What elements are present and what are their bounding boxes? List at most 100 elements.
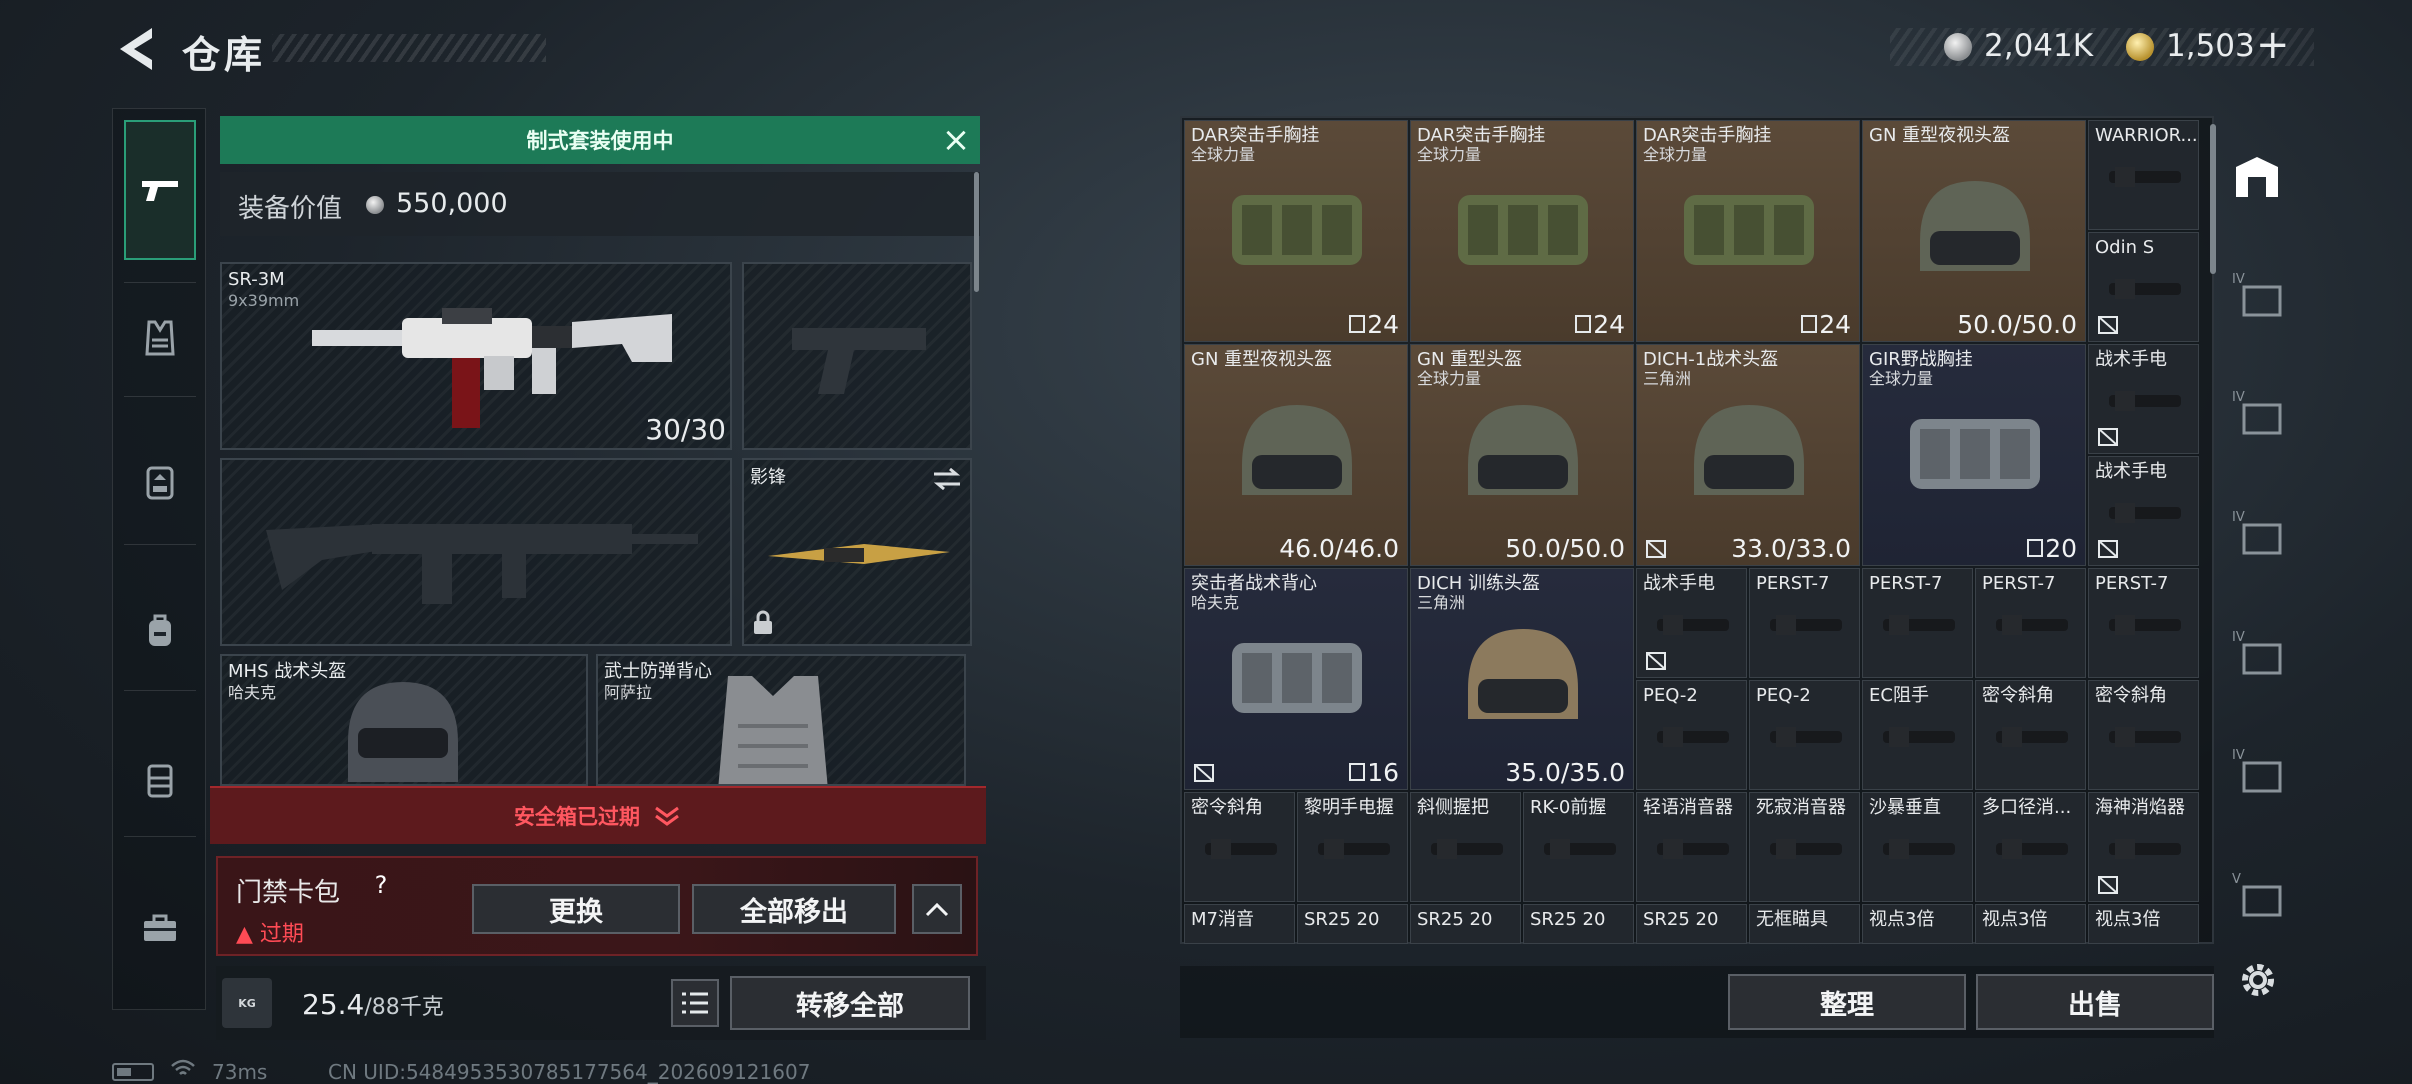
secondary-weapon-slot[interactable] <box>220 458 732 646</box>
stash-item[interactable]: SR25 20 <box>1410 904 1521 944</box>
stash-item[interactable]: 密令斜角 <box>2088 680 2199 790</box>
nav-stash-main[interactable] <box>2228 140 2286 216</box>
sort-button[interactable]: 整理 <box>1728 974 1966 1030</box>
stash-item[interactable]: DICH-1战术头盔 三角洲 33.0/33.0 <box>1636 344 1860 566</box>
stash-item-name: GN 重型夜视头盔 <box>1869 125 2011 146</box>
nav-vest[interactable] <box>124 300 196 376</box>
svg-text:IV: IV <box>2232 510 2245 525</box>
carry-weight: 25.4/88千克 <box>302 988 444 1021</box>
nav-stash-iv-1[interactable]: IV <box>2228 256 2286 332</box>
stash-item[interactable]: DAR突击手胸挂 全球力量 24 <box>1184 120 1408 342</box>
item-image <box>1427 941 1507 944</box>
stash-item[interactable]: 海神消焰器 <box>2088 792 2199 902</box>
list-icon[interactable] <box>670 978 720 1028</box>
item-image <box>1996 839 2068 859</box>
stash-scrollbar[interactable] <box>2210 124 2216 274</box>
stash-item[interactable]: 视点3倍 <box>1862 904 1973 944</box>
nav-stash-iv-5[interactable]: IV <box>2228 732 2286 808</box>
stash-item[interactable]: 多口径消... <box>1975 792 2086 902</box>
pistol-slot[interactable] <box>742 262 972 450</box>
stash-item[interactable]: 无框瞄具 <box>1749 904 1860 944</box>
melee-slot[interactable]: 影锋 <box>742 458 972 646</box>
item-image <box>1920 181 2030 271</box>
collapse-button[interactable] <box>912 884 962 934</box>
tier-iv-stash-1-icon: IV <box>2232 272 2282 317</box>
stash-item[interactable]: 战术手电 <box>2088 344 2199 454</box>
stash-item[interactable]: PERST-7 <box>1862 568 1973 678</box>
stash-item-name: PERST-7 <box>1982 573 2056 594</box>
stash-item-faction: 全球力量 <box>1417 145 1482 164</box>
stash-item[interactable]: 密令斜角 <box>1184 792 1295 902</box>
stash-item[interactable]: SR25 20 <box>1297 904 1408 944</box>
stash-item-name: 视点3倍 <box>2095 909 2161 930</box>
help-icon[interactable]: ? <box>366 870 396 900</box>
vest-icon <box>145 320 175 356</box>
stash-item[interactable]: PEQ-2 <box>1749 680 1860 790</box>
item-image <box>2109 391 2181 411</box>
stash-item[interactable]: PEQ-2 <box>1636 680 1747 790</box>
stash-item[interactable]: WARRIOR... <box>2088 120 2199 230</box>
loadout-value: 550,000 <box>396 188 508 219</box>
helmet-slot[interactable]: MHS 战术头盔 哈夫克 <box>220 654 588 786</box>
stash-item[interactable]: DAR突击手胸挂 全球力量 24 <box>1636 120 1860 342</box>
move-all-out-button[interactable]: 全部移出 <box>692 884 896 934</box>
stash-item[interactable]: GN 重型夜视头盔 46.0/46.0 <box>1184 344 1408 566</box>
stash-item[interactable]: PERST-7 <box>2088 568 2199 678</box>
nav-armor[interactable] <box>124 444 196 520</box>
stash-item[interactable]: PERST-7 <box>1749 568 1860 678</box>
stash-item[interactable]: GN 重型头盔 全球力量 50.0/50.0 <box>1410 344 1634 566</box>
stash-item[interactable]: 密令斜角 <box>1975 680 2086 790</box>
stash-item[interactable]: 突击者战术背心 哈夫克 16 <box>1184 568 1408 790</box>
stash-item[interactable]: RK-0前握 <box>1523 792 1634 902</box>
stash-item-name: 密令斜角 <box>1982 685 2054 706</box>
stash-item[interactable]: M7消音 <box>1184 904 1295 944</box>
stash-item[interactable]: 沙暴垂直 <box>1862 792 1973 902</box>
stash-item-name: PERST-7 <box>1869 573 1943 594</box>
close-icon[interactable]: × <box>936 120 976 160</box>
stash-item[interactable]: GIR野战胸挂 全球力量 20 <box>1862 344 2086 566</box>
stash-item-name: DICH 训练头盔 <box>1417 573 1540 594</box>
stash-item-faction: 全球力量 <box>1869 369 1934 388</box>
armor-slot[interactable]: 武士防弹背心 阿萨拉 <box>596 654 966 786</box>
stash-item[interactable]: 视点3倍 <box>1975 904 2086 944</box>
stash-item[interactable]: PERST-7 <box>1975 568 2086 678</box>
back-arrow-icon[interactable] <box>112 22 160 76</box>
loadout-scrollbar[interactable] <box>974 172 979 292</box>
capacity-icon <box>1349 763 1365 781</box>
gold-coin-icon <box>2126 33 2154 61</box>
stash-item[interactable]: Odin S <box>2088 232 2199 342</box>
nav-toolbox[interactable] <box>124 890 196 966</box>
item-image <box>1883 615 1955 635</box>
stash-item[interactable]: EC阻手 <box>1862 680 1973 790</box>
nav-weapon[interactable] <box>124 120 196 260</box>
stash-item[interactable]: 死寂消音器 <box>1749 792 1860 902</box>
sell-button[interactable]: 出售 <box>1976 974 2214 1030</box>
nav-backpack[interactable] <box>124 592 196 668</box>
stash-item-count: 35.0/35.0 <box>1505 758 1625 787</box>
nav-stash-iv-4[interactable]: IV <box>2228 614 2286 690</box>
safebox-expired-bar[interactable]: 安全箱已过期 <box>210 786 986 844</box>
stash-item[interactable]: 斜侧握把 <box>1410 792 1521 902</box>
primary-weapon-slot[interactable]: SR-3M 9x39mm 30/30 <box>220 262 732 450</box>
stash-item[interactable]: GN 重型夜视头盔 50.0/50.0 <box>1862 120 2086 342</box>
stash-item[interactable]: DICH 训练头盔 三角洲 35.0/35.0 <box>1410 568 1634 790</box>
add-currency-button[interactable]: + <box>2256 22 2290 68</box>
stash-item[interactable]: 战术手电 <box>1636 568 1747 678</box>
stash-item[interactable]: SR25 20 <box>1636 904 1747 944</box>
nav-stash-iv-3[interactable]: IV <box>2228 494 2286 570</box>
transfer-all-button[interactable]: 转移全部 <box>730 976 970 1030</box>
stash-item-name: GN 重型头盔 <box>1417 349 1523 370</box>
stash-item[interactable]: 视点3倍 <box>2088 904 2199 944</box>
stash-item[interactable]: 黎明手电握 <box>1297 792 1408 902</box>
gear-icon[interactable] <box>2236 958 2280 1002</box>
nav-stash-iv-2[interactable]: IV <box>2228 374 2286 450</box>
stash-item[interactable]: 轻语消音器 <box>1636 792 1747 902</box>
nav-chest-rig[interactable] <box>124 742 196 818</box>
replace-button[interactable]: 更换 <box>472 884 680 934</box>
stash-item[interactable]: SR25 20 <box>1523 904 1634 944</box>
stash-item[interactable]: 战术手电 <box>2088 456 2199 566</box>
nav-stash-v[interactable]: V <box>2228 856 2286 932</box>
swap-icon[interactable] <box>932 468 962 490</box>
stash-item-name: 战术手电 <box>2095 349 2167 370</box>
stash-item[interactable]: DAR突击手胸挂 全球力量 24 <box>1410 120 1634 342</box>
